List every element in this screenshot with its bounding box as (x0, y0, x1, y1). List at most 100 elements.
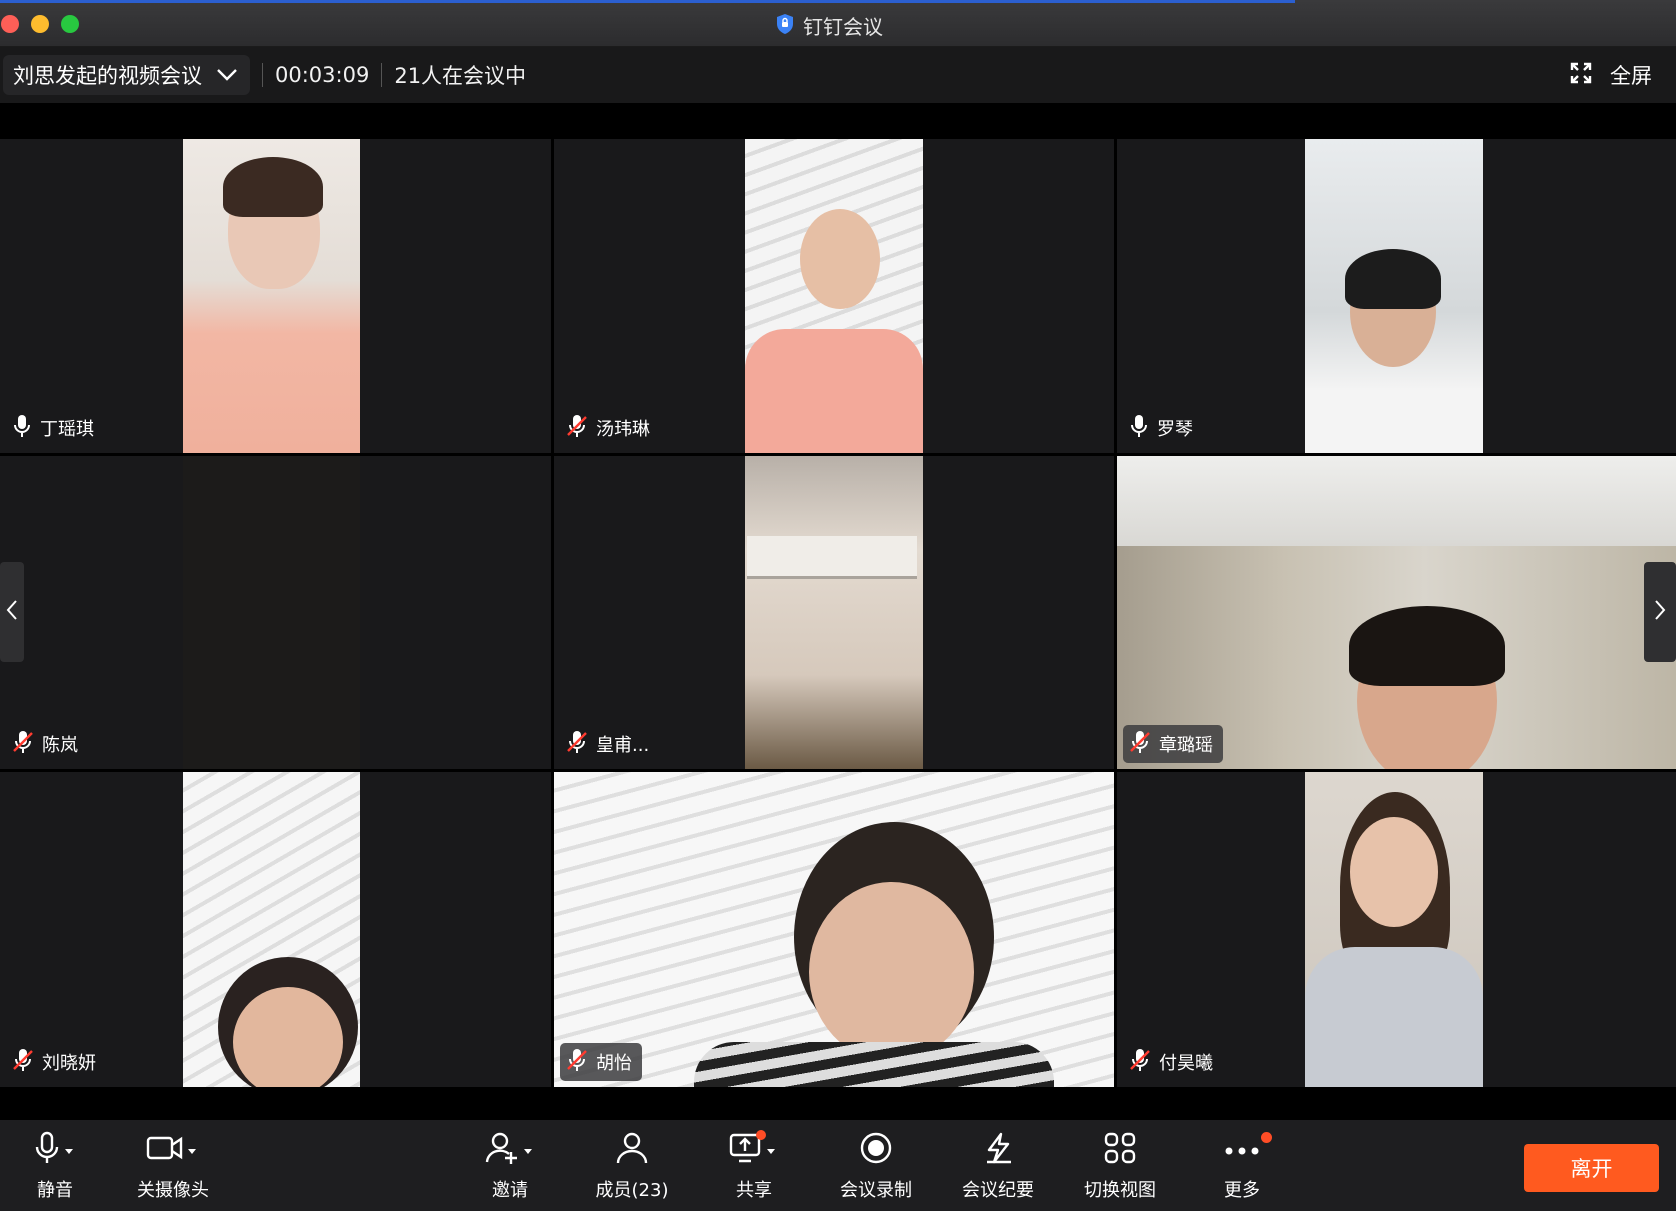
minutes-label: 会议纪要 (962, 1180, 1034, 1201)
shield-icon (775, 13, 795, 39)
participant-name: 罗琴 (1157, 419, 1193, 440)
more-button[interactable]: 更多 (1187, 1130, 1297, 1204)
participant-nametag: 付昊曦 (1123, 1043, 1223, 1081)
participant-tile[interactable]: 刘晓妍 (0, 772, 551, 1087)
microphone-muted-icon (566, 1048, 588, 1077)
fullscreen-button[interactable]: 全屏 (1570, 60, 1652, 90)
minimize-window-button[interactable] (31, 15, 49, 33)
zoom-window-button[interactable] (61, 15, 79, 33)
video-camera-icon (146, 1134, 184, 1167)
fullscreen-label: 全屏 (1610, 64, 1652, 88)
microphone-muted-icon (566, 414, 588, 443)
invite-button[interactable]: 邀请 (455, 1130, 565, 1204)
previous-page-button[interactable] (0, 562, 24, 662)
participant-tile[interactable]: 陈岚 (0, 456, 551, 769)
participant-name: 胡怡 (596, 1053, 632, 1074)
mute-label: 静音 (37, 1180, 73, 1201)
close-window-button[interactable] (1, 15, 19, 33)
person-hair (1349, 606, 1505, 686)
participant-nametag: 汤玮琳 (560, 409, 660, 447)
person-silhouette (809, 882, 974, 1062)
participant-nametag: 刘晓妍 (6, 1043, 106, 1081)
microphone-muted-icon (12, 1048, 34, 1077)
video-feed (554, 772, 1114, 1087)
video-feed (183, 139, 360, 453)
participant-name: 陈岚 (42, 735, 78, 756)
participant-tile[interactable]: 章璐瑶 (1117, 456, 1676, 769)
lightning-icon (981, 1131, 1015, 1170)
participant-nametag: 皇甫... (560, 725, 659, 763)
video-feed (183, 772, 360, 1087)
person-silhouette (800, 209, 880, 309)
video-feed (183, 456, 360, 769)
tool-icon-wrap (1103, 1130, 1137, 1170)
participant-nametag: 章璐瑶 (1123, 725, 1223, 763)
video-grid: 丁瑶琪 汤玮琳 罗琴 陈岚 皇甫... 章璐瑶 刘晓妍 胡怡 付昊曦 (0, 104, 1676, 1120)
meeting-title-dropdown[interactable]: 刘思发起的视频会议 (3, 55, 250, 95)
notification-dot (1261, 1132, 1272, 1143)
participant-nametag: 胡怡 (560, 1043, 642, 1081)
chevron-down-icon (216, 63, 238, 87)
meeting-timer: 00:03:09 (275, 63, 370, 87)
participant-tile[interactable]: 付昊曦 (1117, 772, 1676, 1087)
mute-button[interactable]: 静音 (0, 1130, 110, 1204)
participant-name: 刘晓妍 (42, 1053, 96, 1074)
tool-icon-wrap (146, 1130, 200, 1170)
person-shirt (745, 329, 923, 453)
app-title-group: 钉钉会议 (775, 11, 883, 40)
record-button[interactable]: 会议录制 (821, 1130, 931, 1204)
leave-button[interactable]: 离开 (1524, 1144, 1659, 1192)
video-feed (1305, 772, 1483, 1087)
title-progress-line (0, 0, 1295, 3)
invite-label: 邀请 (492, 1180, 528, 1201)
participant-tile[interactable]: 皇甫... (554, 456, 1114, 769)
switch-view-button[interactable]: 切换视图 (1065, 1130, 1175, 1204)
leave-label: 离开 (1570, 1157, 1613, 1181)
more-icon (1224, 1140, 1260, 1161)
fullscreen-icon (1570, 62, 1592, 89)
video-feed (1305, 139, 1483, 453)
members-button[interactable]: 成员(23) (577, 1130, 687, 1204)
caret-down-icon[interactable] (520, 1140, 536, 1161)
record-label: 会议录制 (840, 1180, 912, 1201)
video-feed (745, 139, 923, 453)
person-silhouette (233, 987, 343, 1087)
tool-icon-wrap (33, 1130, 77, 1170)
camera-button[interactable]: 关摄像头 (118, 1130, 228, 1204)
meeting-toolbar: 静音 关摄像头 邀请 成员(23) 共享 会议录制 会议纪要 切换视图 更多 (0, 1120, 1676, 1211)
microphone-icon (1129, 414, 1149, 443)
share-label: 共享 (736, 1180, 772, 1201)
participant-count: 21人在会议中 (394, 64, 527, 88)
record-icon (859, 1131, 893, 1170)
meeting-info-bar: 刘思发起的视频会议 00:03:09 21人在会议中 全屏 (0, 47, 1676, 103)
share-button[interactable]: 共享 (699, 1130, 809, 1204)
caret-down-icon[interactable] (184, 1140, 200, 1161)
participant-name: 章璐瑶 (1159, 735, 1213, 756)
users-icon (614, 1131, 650, 1170)
participant-name: 汤玮琳 (596, 419, 650, 440)
tool-icon-wrap (484, 1130, 536, 1170)
caret-down-icon[interactable] (61, 1140, 77, 1161)
window-titlebar: 钉钉会议 (0, 0, 1676, 47)
divider (262, 63, 263, 87)
add-user-icon (484, 1131, 520, 1170)
video-feed (745, 456, 923, 769)
minutes-button[interactable]: 会议纪要 (943, 1130, 1053, 1204)
person-silhouette (1350, 817, 1438, 927)
video-feed (1117, 456, 1676, 769)
microphone-icon (12, 414, 32, 443)
participant-nametag: 陈岚 (6, 725, 88, 763)
microphone-muted-icon (566, 730, 588, 759)
participant-tile[interactable]: 罗琴 (1117, 139, 1676, 453)
participant-tile[interactable]: 丁瑶琪 (0, 139, 551, 453)
microphone-muted-icon (1129, 1048, 1151, 1077)
next-page-button[interactable] (1644, 562, 1676, 662)
chevron-right-icon (1654, 599, 1666, 625)
participant-tile[interactable]: 胡怡 (554, 772, 1114, 1087)
participant-tile[interactable]: 汤玮琳 (554, 139, 1114, 453)
tool-icon-wrap (981, 1130, 1015, 1170)
tool-icon-wrap (859, 1130, 893, 1170)
caret-down-icon[interactable] (763, 1140, 779, 1161)
participant-name: 皇甫... (596, 735, 650, 756)
meeting-title: 刘思发起的视频会议 (13, 64, 202, 88)
